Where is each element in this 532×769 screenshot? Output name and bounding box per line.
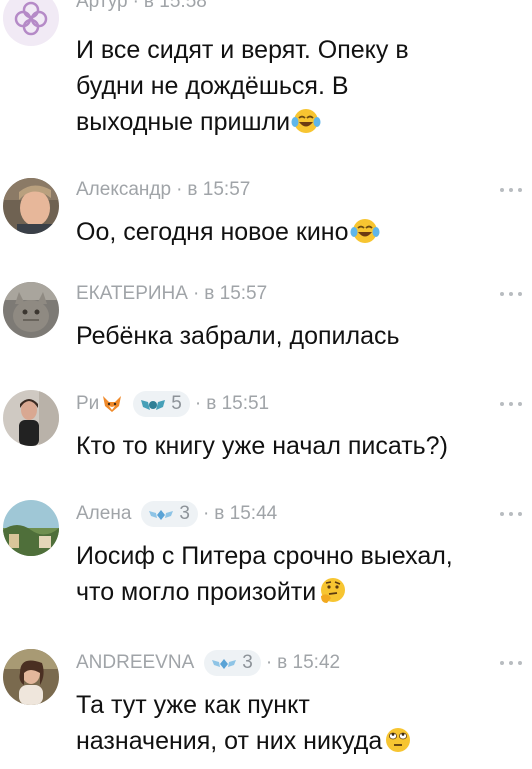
meta-separator: · <box>132 0 139 12</box>
meta-separator: · <box>194 393 202 414</box>
comment-meta: Алена 3 · в 15:44 <box>76 500 277 528</box>
comment-time: в 15:51 <box>206 393 270 414</box>
wings-icon <box>149 510 174 520</box>
avatar[interactable] <box>3 0 59 46</box>
comment-time: в 15:44 <box>214 503 278 524</box>
avatar[interactable] <box>3 390 59 446</box>
comment-meta: Ри 5 · в 15:51 <box>76 390 269 418</box>
meta-separator: · <box>192 283 200 304</box>
wings-icon <box>141 400 166 410</box>
author-name[interactable]: Александр <box>76 179 171 201</box>
badge-level: 3 <box>179 503 190 524</box>
person-photo-icon <box>3 390 59 446</box>
eye-roll-emoji <box>386 728 411 752</box>
comment-meta: ANDREEVNA 3 · в 15:42 <box>76 649 340 677</box>
more-options-icon[interactable] <box>500 659 522 667</box>
comment-time: в 15:42 <box>277 652 341 673</box>
badge-level: 3 <box>242 652 253 673</box>
comment-meta: Артур · в 15:58 <box>76 0 207 14</box>
level-badge[interactable]: 3 <box>141 501 198 527</box>
laughing-tears-emoji <box>350 219 380 243</box>
person-photo-icon <box>3 178 59 234</box>
meta-separator: · <box>202 503 210 524</box>
comment-text-block: Ребёнка забрали, допилась <box>76 318 524 354</box>
comment-meta: Александр · в 15:57 <box>76 178 250 202</box>
level-badge[interactable]: 3 <box>204 650 261 676</box>
comment-time: в 15:58 <box>143 0 207 12</box>
more-options-icon[interactable] <box>500 186 522 194</box>
author-name[interactable]: ANDREEVNA <box>76 652 194 674</box>
person-photo-icon <box>3 649 59 705</box>
comment-text-block: Иосиф с Питера срочно выехал, что могло … <box>76 538 524 610</box>
author-name[interactable]: Артур <box>76 0 128 13</box>
comment-text-block: Оо, сегодня новое кино <box>76 214 524 250</box>
wings-icon <box>212 659 237 669</box>
comment-text: Кто то книгу уже начал писать?) <box>76 432 448 460</box>
avatar[interactable] <box>3 649 59 705</box>
avatar[interactable] <box>3 500 59 556</box>
comment-text: Ребёнка забрали, допилась <box>76 322 400 350</box>
meta-separator: · <box>176 179 183 200</box>
comment-text: И все сидят и верят. Опеку в будни не до… <box>76 36 409 136</box>
author-name[interactable]: Ри <box>76 393 99 415</box>
landscape-photo-icon <box>3 500 59 556</box>
comment-text: Оо, сегодня новое кино <box>76 218 349 246</box>
comment-text-block: Кто то книгу уже начал писать?) <box>76 428 524 464</box>
comment-text-block: Та тут уже как пункт назначения, от них … <box>76 687 524 759</box>
comment-meta: ЕКАТЕРИНА · в 15:57 <box>76 282 267 306</box>
avatar[interactable] <box>3 178 59 234</box>
author-name[interactable]: Алена <box>76 503 131 525</box>
thinking-face-emoji <box>321 578 346 603</box>
more-options-icon[interactable] <box>500 510 522 518</box>
flower-icon <box>3 0 59 46</box>
comment-text: Та тут уже как пункт назначения, от них … <box>76 691 383 755</box>
meta-separator: · <box>265 652 273 673</box>
more-options-icon[interactable] <box>500 400 522 408</box>
comment-text: Иосиф с Питера срочно выехал, что могло … <box>76 542 453 606</box>
avatar[interactable] <box>3 282 59 338</box>
laughing-tears-emoji <box>291 109 321 133</box>
author-name[interactable]: ЕКАТЕРИНА <box>76 283 188 305</box>
comment-time: в 15:57 <box>187 179 251 200</box>
cat-photo-icon <box>3 282 59 338</box>
more-options-icon[interactable] <box>500 0 522 2</box>
fox-emoji <box>103 396 122 412</box>
badge-level: 5 <box>171 393 182 414</box>
more-options-icon[interactable] <box>500 290 522 298</box>
level-badge[interactable]: 5 <box>133 391 190 417</box>
comment-time: в 15:57 <box>204 283 268 304</box>
comment-text-block: И все сидят и верят. Опеку в будни не до… <box>76 32 524 140</box>
